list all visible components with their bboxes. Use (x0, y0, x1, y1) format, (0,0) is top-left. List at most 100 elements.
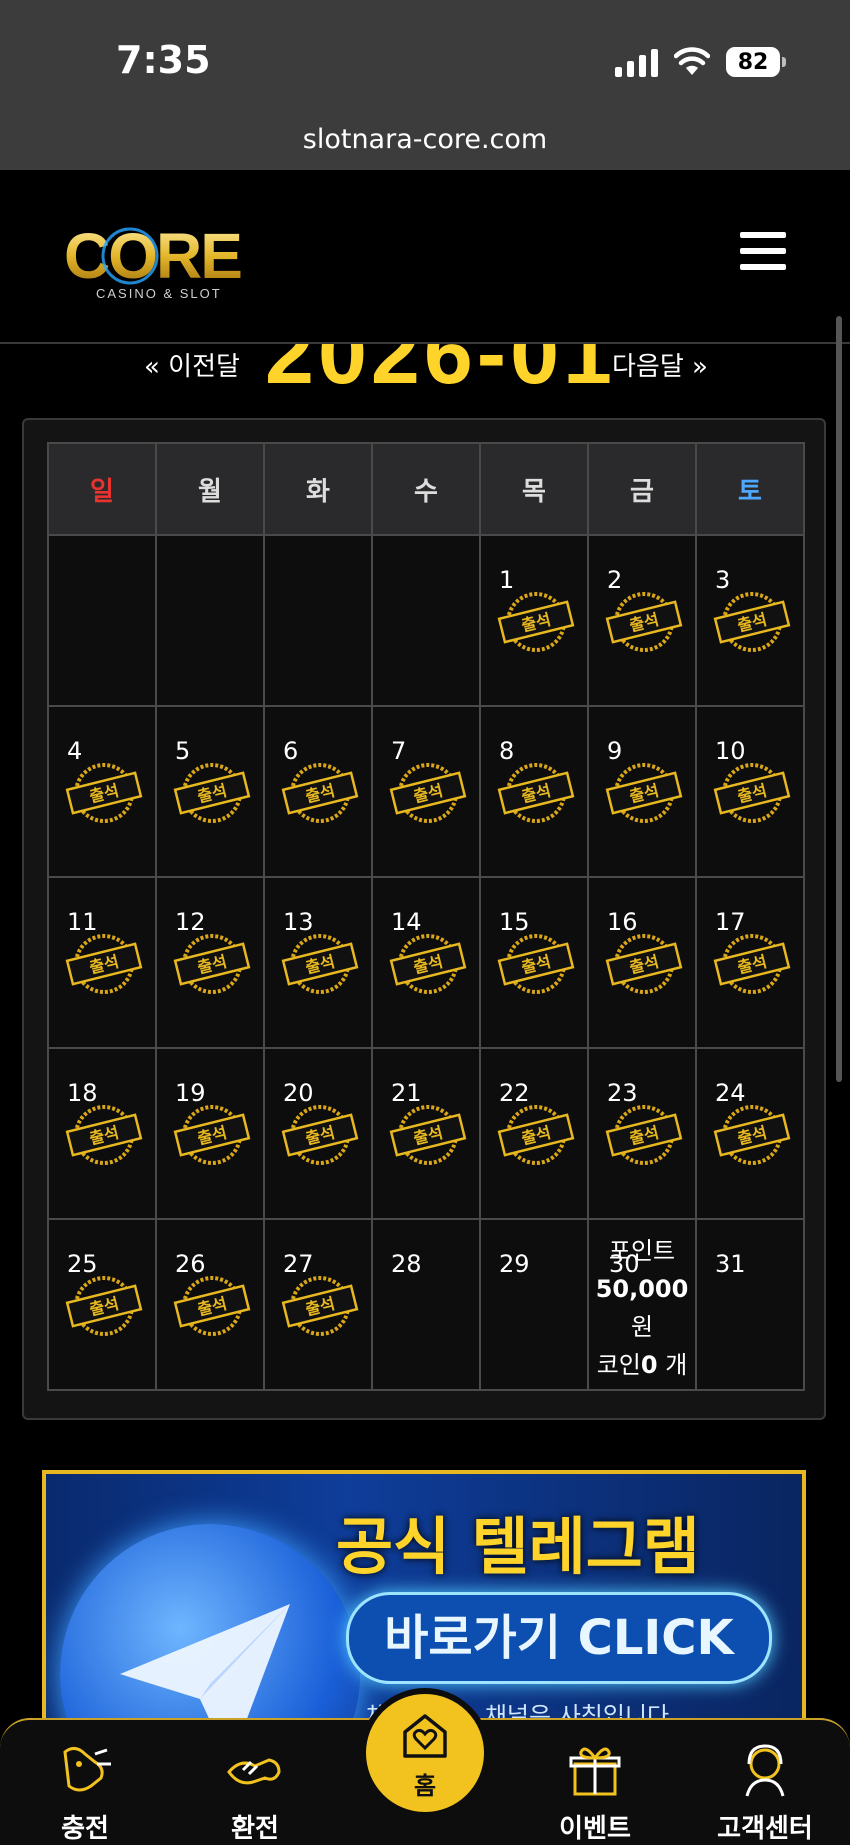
wifi-icon (674, 47, 710, 75)
month-title-area: 2026-01 (0, 344, 850, 404)
calendar-day-cell[interactable]: 9 출석 (587, 705, 697, 878)
points-unit: 원 (630, 1313, 654, 1341)
attendance-stamp-icon: 출석 (389, 934, 467, 994)
calendar-day-cell[interactable]: 6 출석 (263, 705, 373, 878)
calendar-day-cell[interactable]: 19 출석 (155, 1047, 265, 1220)
nav-event[interactable]: 이벤트 (530, 1742, 660, 1845)
svg-text:CASINO & SLOT: CASINO & SLOT (96, 286, 222, 301)
attendance-stamp-icon: 출석 (281, 1276, 359, 1336)
weekday-header-row: 일월화수목금토 (47, 442, 805, 536)
calendar-week-row: 18 출석 19 출석 20 출석 21 출석 22 출석 23 출석 24 출석 (47, 1047, 805, 1220)
calendar-day-cell[interactable]: 14 출석 (371, 876, 481, 1049)
calendar-day-cell[interactable]: 20 출석 (263, 1047, 373, 1220)
attendance-stamp-icon: 출석 (605, 934, 683, 994)
attendance-stamp-icon: 출석 (281, 763, 359, 823)
scrollbar[interactable] (836, 316, 842, 1082)
calendar-week-row: 11 출석 12 출석 13 출석 14 출석 15 출석 16 출석 17 출석 (47, 876, 805, 1049)
attendance-stamp-icon: 출석 (281, 934, 359, 994)
calendar-day-cell[interactable]: 17 출석 (695, 876, 805, 1049)
calendar-day-cell[interactable]: 1 출석 (479, 534, 589, 707)
calendar-day-cell[interactable]: 8 출석 (479, 705, 589, 878)
attendance-stamp-icon: 출석 (605, 763, 683, 823)
calendar-day-cell[interactable]: 4 출석 (47, 705, 157, 878)
attendance-stamp-icon: 출석 (497, 763, 575, 823)
attendance-stamp-icon: 출석 (173, 763, 251, 823)
weekday-header: 월 (155, 442, 265, 536)
nav-support[interactable]: 고객센터 (700, 1742, 830, 1845)
calendar-day-cell[interactable]: 24 출석 (695, 1047, 805, 1220)
weekday-header: 금 (587, 442, 697, 536)
weekday-header: 토 (695, 442, 805, 536)
coin-value: 0 (640, 1351, 658, 1379)
svg-text:CORE: CORE (64, 220, 241, 292)
calendar-day-cell[interactable]: 15 출석 (479, 876, 589, 1049)
battery-indicator: 82 (726, 47, 786, 77)
nav-home[interactable]: 홈 (360, 1688, 490, 1818)
core-logo[interactable]: CORE CASINO & SLOT (64, 220, 264, 310)
calendar-day-cell[interactable]: 18 출석 (47, 1047, 157, 1220)
attendance-stamp-icon: 출석 (173, 1105, 251, 1165)
calendar-day-cell[interactable]: 12 출석 (155, 876, 265, 1049)
nav-label: 충전 (61, 1814, 109, 1844)
support-icon (745, 1744, 785, 1797)
calendar-day-cell[interactable]: 10 출석 (695, 705, 805, 878)
menu-button[interactable] (740, 232, 786, 272)
calendar-day-cell[interactable]: 13 출석 (263, 876, 373, 1049)
attendance-stamp-icon: 출석 (713, 592, 791, 652)
calendar-day-cell[interactable]: 5 출석 (155, 705, 265, 878)
calendar-week-row: 4 출석 5 출석 6 출석 7 출석 8 출석 9 출석 10 출석 (47, 705, 805, 878)
attendance-stamp-icon: 출석 (713, 934, 791, 994)
calendar-empty-cell (155, 534, 265, 707)
exchange-icon (227, 1758, 281, 1785)
month-title: 2026-01 (265, 344, 616, 402)
status-bar: 7:35 82 (0, 0, 850, 128)
calendar-day-cell[interactable]: 28 (371, 1218, 481, 1391)
next-month-link[interactable]: 다음달 » (612, 346, 708, 383)
calendar-day-cell[interactable]: 7 출석 (371, 705, 481, 878)
weekday-header: 수 (371, 442, 481, 536)
calendar-day-cell[interactable]: 3 출석 (695, 534, 805, 707)
calendar-day-cell[interactable]: 21 출석 (371, 1047, 481, 1220)
calendar-day-cell[interactable]: 29 (479, 1218, 589, 1391)
day-number: 31 (715, 1250, 746, 1278)
attendance-stamp-icon: 출석 (281, 1105, 359, 1165)
gift-icon (569, 1747, 621, 1796)
cellular-signal-icon (615, 47, 658, 77)
attendance-stamp-icon: 출석 (389, 763, 467, 823)
attendance-stamp-icon: 출석 (497, 1105, 575, 1165)
attendance-stamp-icon: 출석 (713, 763, 791, 823)
nav-label: 이벤트 (559, 1814, 631, 1844)
calendar-day-cell[interactable]: 31 (695, 1218, 805, 1391)
calendar-day-cell[interactable]: 27 출석 (263, 1218, 373, 1391)
prev-month-link[interactable]: « 이전달 (144, 346, 240, 383)
nav-charge[interactable]: 충전 (20, 1742, 150, 1845)
nav-label: 홈 (413, 1772, 437, 1800)
coin-unit: 개 (665, 1351, 688, 1379)
attendance-stamp-icon: 출석 (605, 592, 683, 652)
attendance-stamp-icon: 출석 (65, 934, 143, 994)
browser-url[interactable]: slotnara-core.com (0, 110, 850, 170)
attendance-stamp-icon: 출석 (389, 1105, 467, 1165)
day-number: 28 (391, 1250, 422, 1278)
calendar-day-cell[interactable]: 26 출석 (155, 1218, 265, 1391)
calendar-day-cell[interactable]: 11 출석 (47, 876, 157, 1049)
nav-exchange[interactable]: 환전 (190, 1742, 320, 1845)
hamburger-icon (740, 232, 786, 238)
banner-click-button[interactable]: 바로가기 CLICK (346, 1592, 772, 1684)
charge-icon (63, 1747, 111, 1792)
calendar-day-cell[interactable]: 16 출석 (587, 876, 697, 1049)
day-number: 29 (499, 1250, 530, 1278)
attendance-stamp-icon: 출석 (173, 1276, 251, 1336)
calendar-day-cell[interactable]: 22 출석 (479, 1047, 589, 1220)
calendar-week-row: 1 출석 2 출석 3 출석 (47, 534, 805, 707)
calendar-day-cell[interactable]: 23 출석 (587, 1047, 697, 1220)
calendar-day-cell[interactable]: 25 출석 (47, 1218, 157, 1391)
weekday-header: 화 (263, 442, 373, 536)
nav-label: 고객센터 (717, 1814, 813, 1844)
attendance-stamp-icon: 출석 (713, 1105, 791, 1165)
calendar-day-cell[interactable]: 2 출석 (587, 534, 697, 707)
attendance-stamp-icon: 출석 (65, 763, 143, 823)
status-icons: 82 (615, 44, 786, 80)
calendar-day-cell[interactable]: 30 포인트 50,000 원 코인0 개 (587, 1218, 697, 1391)
attendance-stamp-icon: 출석 (65, 1276, 143, 1336)
